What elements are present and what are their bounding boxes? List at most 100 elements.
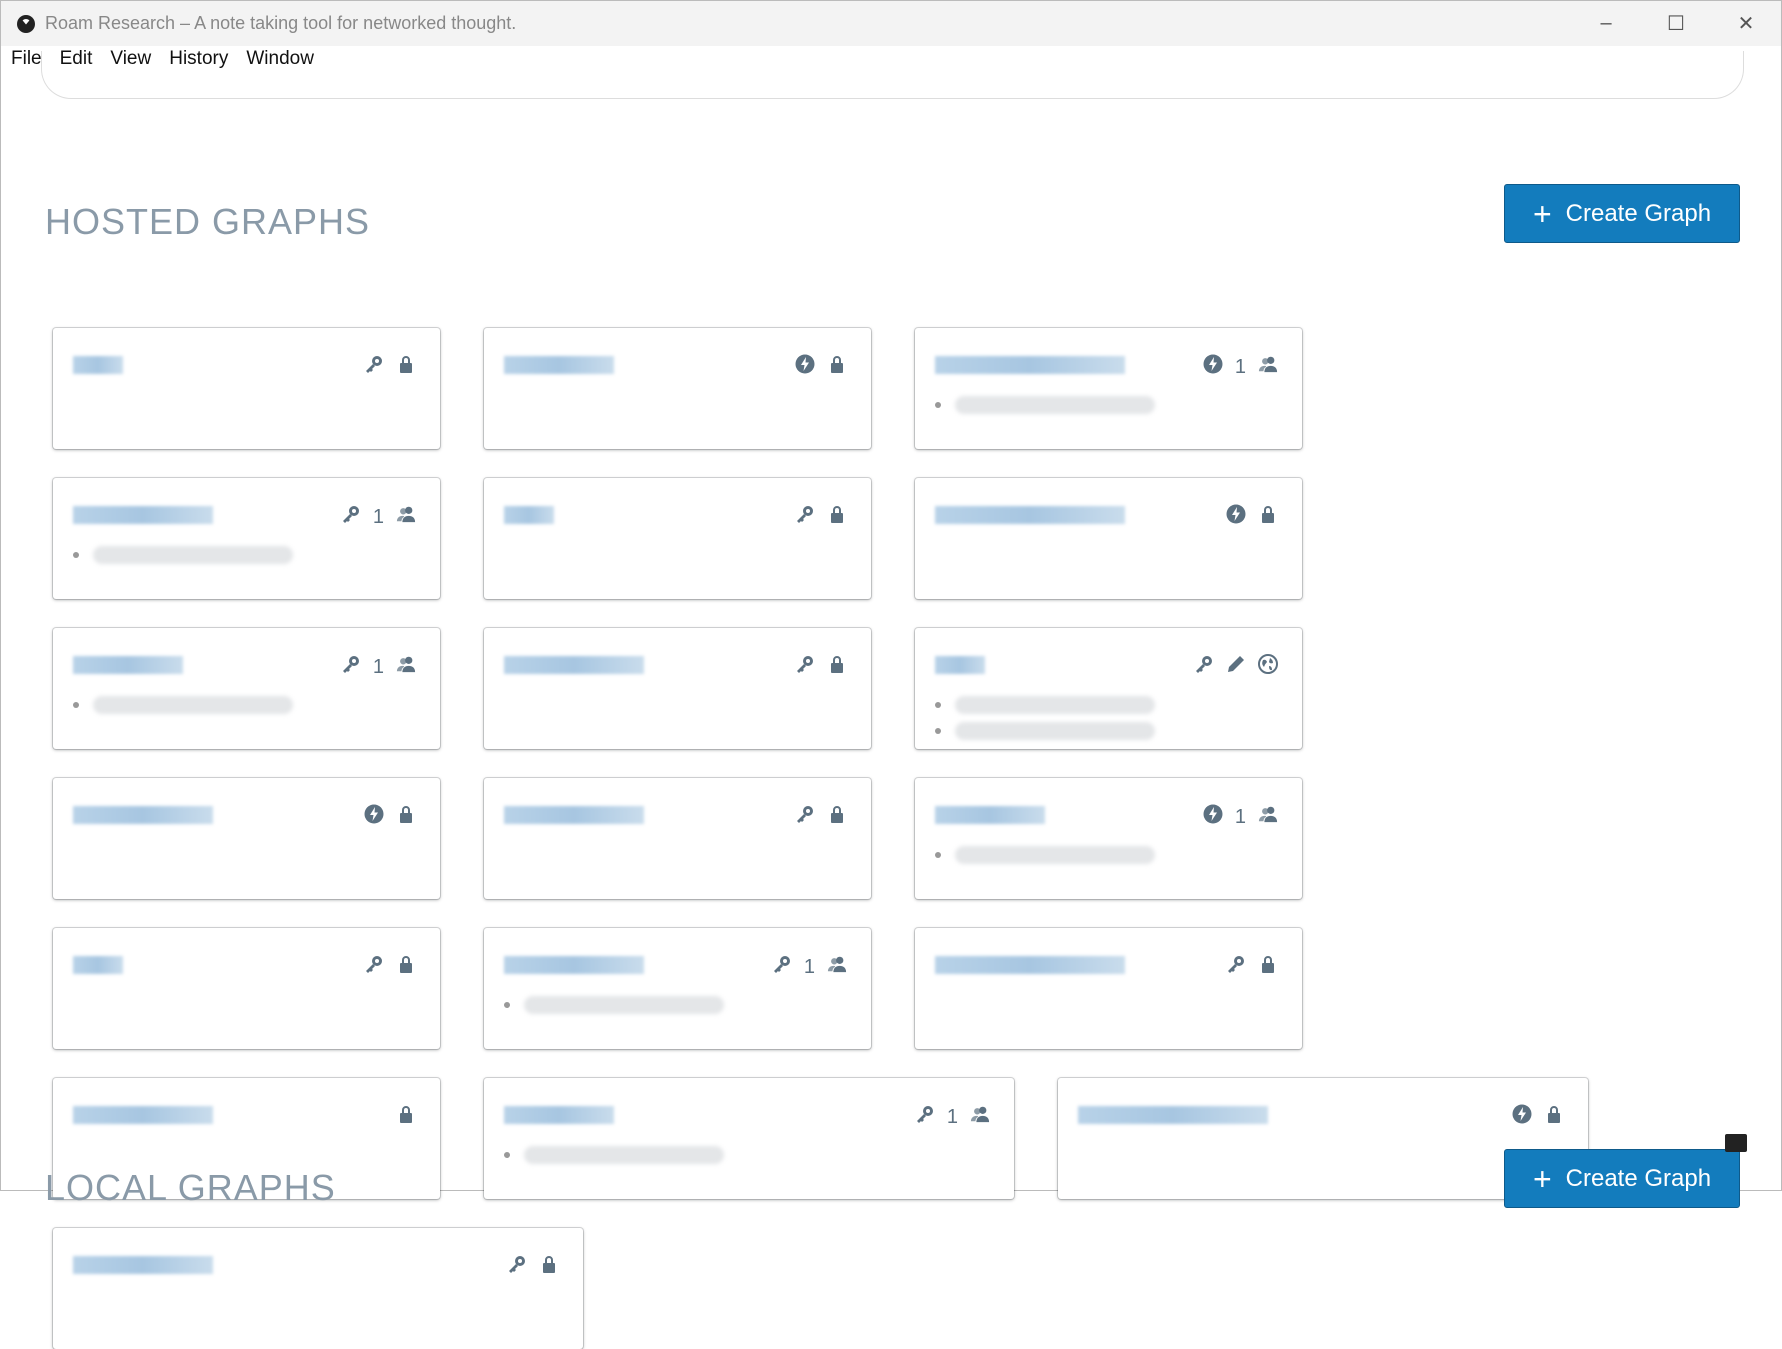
users-icon	[396, 654, 416, 680]
users-icon	[1258, 354, 1278, 380]
preview-bullet	[935, 718, 1282, 744]
member-count: 1	[803, 955, 815, 978]
graph-name-redacted	[935, 656, 985, 674]
member-count: 1	[1234, 805, 1246, 828]
create-graph-button[interactable]: + Create Graph	[1504, 184, 1740, 243]
users-icon	[827, 954, 847, 980]
menu-file[interactable]: File	[11, 48, 42, 70]
graph-card[interactable]	[53, 928, 440, 1049]
menu-bar: File Edit View History Window	[1, 48, 314, 70]
plus-icon: +	[1532, 1160, 1552, 1197]
menu-window[interactable]: Window	[246, 48, 314, 70]
graph-name-redacted	[73, 1256, 213, 1274]
graph-card[interactable]: 1	[53, 478, 440, 599]
graph-name-redacted	[504, 506, 554, 524]
users-icon	[970, 1104, 990, 1130]
graph-card[interactable]	[484, 778, 871, 899]
graph-card[interactable]	[915, 478, 1302, 599]
key-icon	[772, 954, 792, 980]
key-icon	[1194, 654, 1214, 680]
graph-card[interactable]: 1	[484, 1078, 1014, 1199]
lock-icon	[396, 804, 416, 830]
create-graph-label: Create Graph	[1565, 1164, 1712, 1192]
bolt-icon	[1203, 354, 1223, 380]
users-icon	[396, 504, 416, 530]
key-icon	[341, 504, 361, 530]
graph-name-redacted	[935, 356, 1125, 374]
local-graphs-heading: LOCAL GRAPHS	[45, 1167, 336, 1208]
create-local-graph-button[interactable]: + Create Graph	[1504, 1149, 1740, 1208]
bolt-icon	[1512, 1104, 1532, 1130]
key-icon	[915, 1104, 935, 1130]
window-title: Roam Research – A note taking tool for n…	[45, 13, 517, 33]
lock-icon	[827, 354, 847, 380]
key-icon	[795, 804, 815, 830]
graph-name-redacted	[73, 356, 123, 374]
graph-name-redacted	[504, 956, 644, 974]
lock-icon	[539, 1254, 559, 1280]
graph-name-redacted	[935, 506, 1125, 524]
menu-edit[interactable]: Edit	[60, 48, 93, 70]
minimize-button[interactable]: –	[1571, 1, 1641, 46]
graph-card[interactable]: 1	[915, 328, 1302, 449]
graph-card[interactable]	[53, 778, 440, 899]
graph-card[interactable]	[484, 478, 871, 599]
key-icon	[1226, 954, 1246, 980]
bolt-icon	[1203, 804, 1223, 830]
menu-view[interactable]: View	[110, 48, 151, 70]
graph-card[interactable]: 1	[53, 628, 440, 749]
graph-card[interactable]: 1	[484, 928, 871, 1049]
graph-name-redacted	[504, 1106, 614, 1124]
close-button[interactable]: ✕	[1711, 1, 1781, 46]
key-icon	[507, 1254, 527, 1280]
bolt-icon	[795, 354, 815, 380]
lock-icon	[1544, 1104, 1564, 1130]
preview-bullet	[504, 1142, 994, 1168]
graph-name-redacted	[73, 506, 213, 524]
preview-bullet	[73, 542, 420, 568]
pencil-icon	[1226, 654, 1246, 680]
graph-name-redacted	[935, 956, 1125, 974]
key-icon	[364, 954, 384, 980]
preview-bullet	[935, 842, 1282, 868]
lock-icon	[827, 654, 847, 680]
graph-card[interactable]	[915, 928, 1302, 1049]
graph-name-redacted	[935, 806, 1045, 824]
key-icon	[795, 654, 815, 680]
lock-icon	[827, 504, 847, 530]
title-bar: Roam Research – A note taking tool for n…	[1, 1, 1781, 46]
graph-name-redacted	[504, 656, 644, 674]
bolt-icon	[1226, 504, 1246, 530]
graph-card[interactable]	[53, 1228, 583, 1349]
preview-bullet	[504, 992, 851, 1018]
maximize-button[interactable]: ☐	[1641, 1, 1711, 46]
key-icon	[364, 354, 384, 380]
lock-icon	[827, 804, 847, 830]
graph-card[interactable]	[53, 328, 440, 449]
graph-name-redacted	[73, 656, 183, 674]
hosted-graphs-heading: HOSTED GRAPHS	[45, 201, 371, 242]
plus-icon: +	[1532, 195, 1552, 232]
lock-icon	[1258, 504, 1278, 530]
graph-card[interactable]: 1	[915, 778, 1302, 899]
graph-name-redacted	[73, 956, 123, 974]
graph-name-redacted	[1078, 1106, 1268, 1124]
member-count: 1	[372, 655, 384, 678]
graph-name-redacted	[504, 806, 644, 824]
graph-name-redacted	[73, 1106, 213, 1124]
app-logo-icon	[17, 14, 35, 33]
globe-icon	[1258, 654, 1278, 680]
member-count: 1	[946, 1105, 958, 1128]
graph-card[interactable]	[484, 328, 871, 449]
graph-name-redacted	[504, 356, 614, 374]
lock-icon	[1258, 954, 1278, 980]
preview-bullet	[935, 392, 1282, 418]
chat-icon[interactable]	[1725, 1134, 1747, 1152]
create-graph-label: Create Graph	[1565, 199, 1712, 227]
preview-bullet	[73, 692, 420, 718]
lock-icon	[396, 954, 416, 980]
graph-card[interactable]	[484, 628, 871, 749]
menu-history[interactable]: History	[169, 48, 228, 70]
graph-card[interactable]	[915, 628, 1302, 749]
lock-icon	[396, 354, 416, 380]
